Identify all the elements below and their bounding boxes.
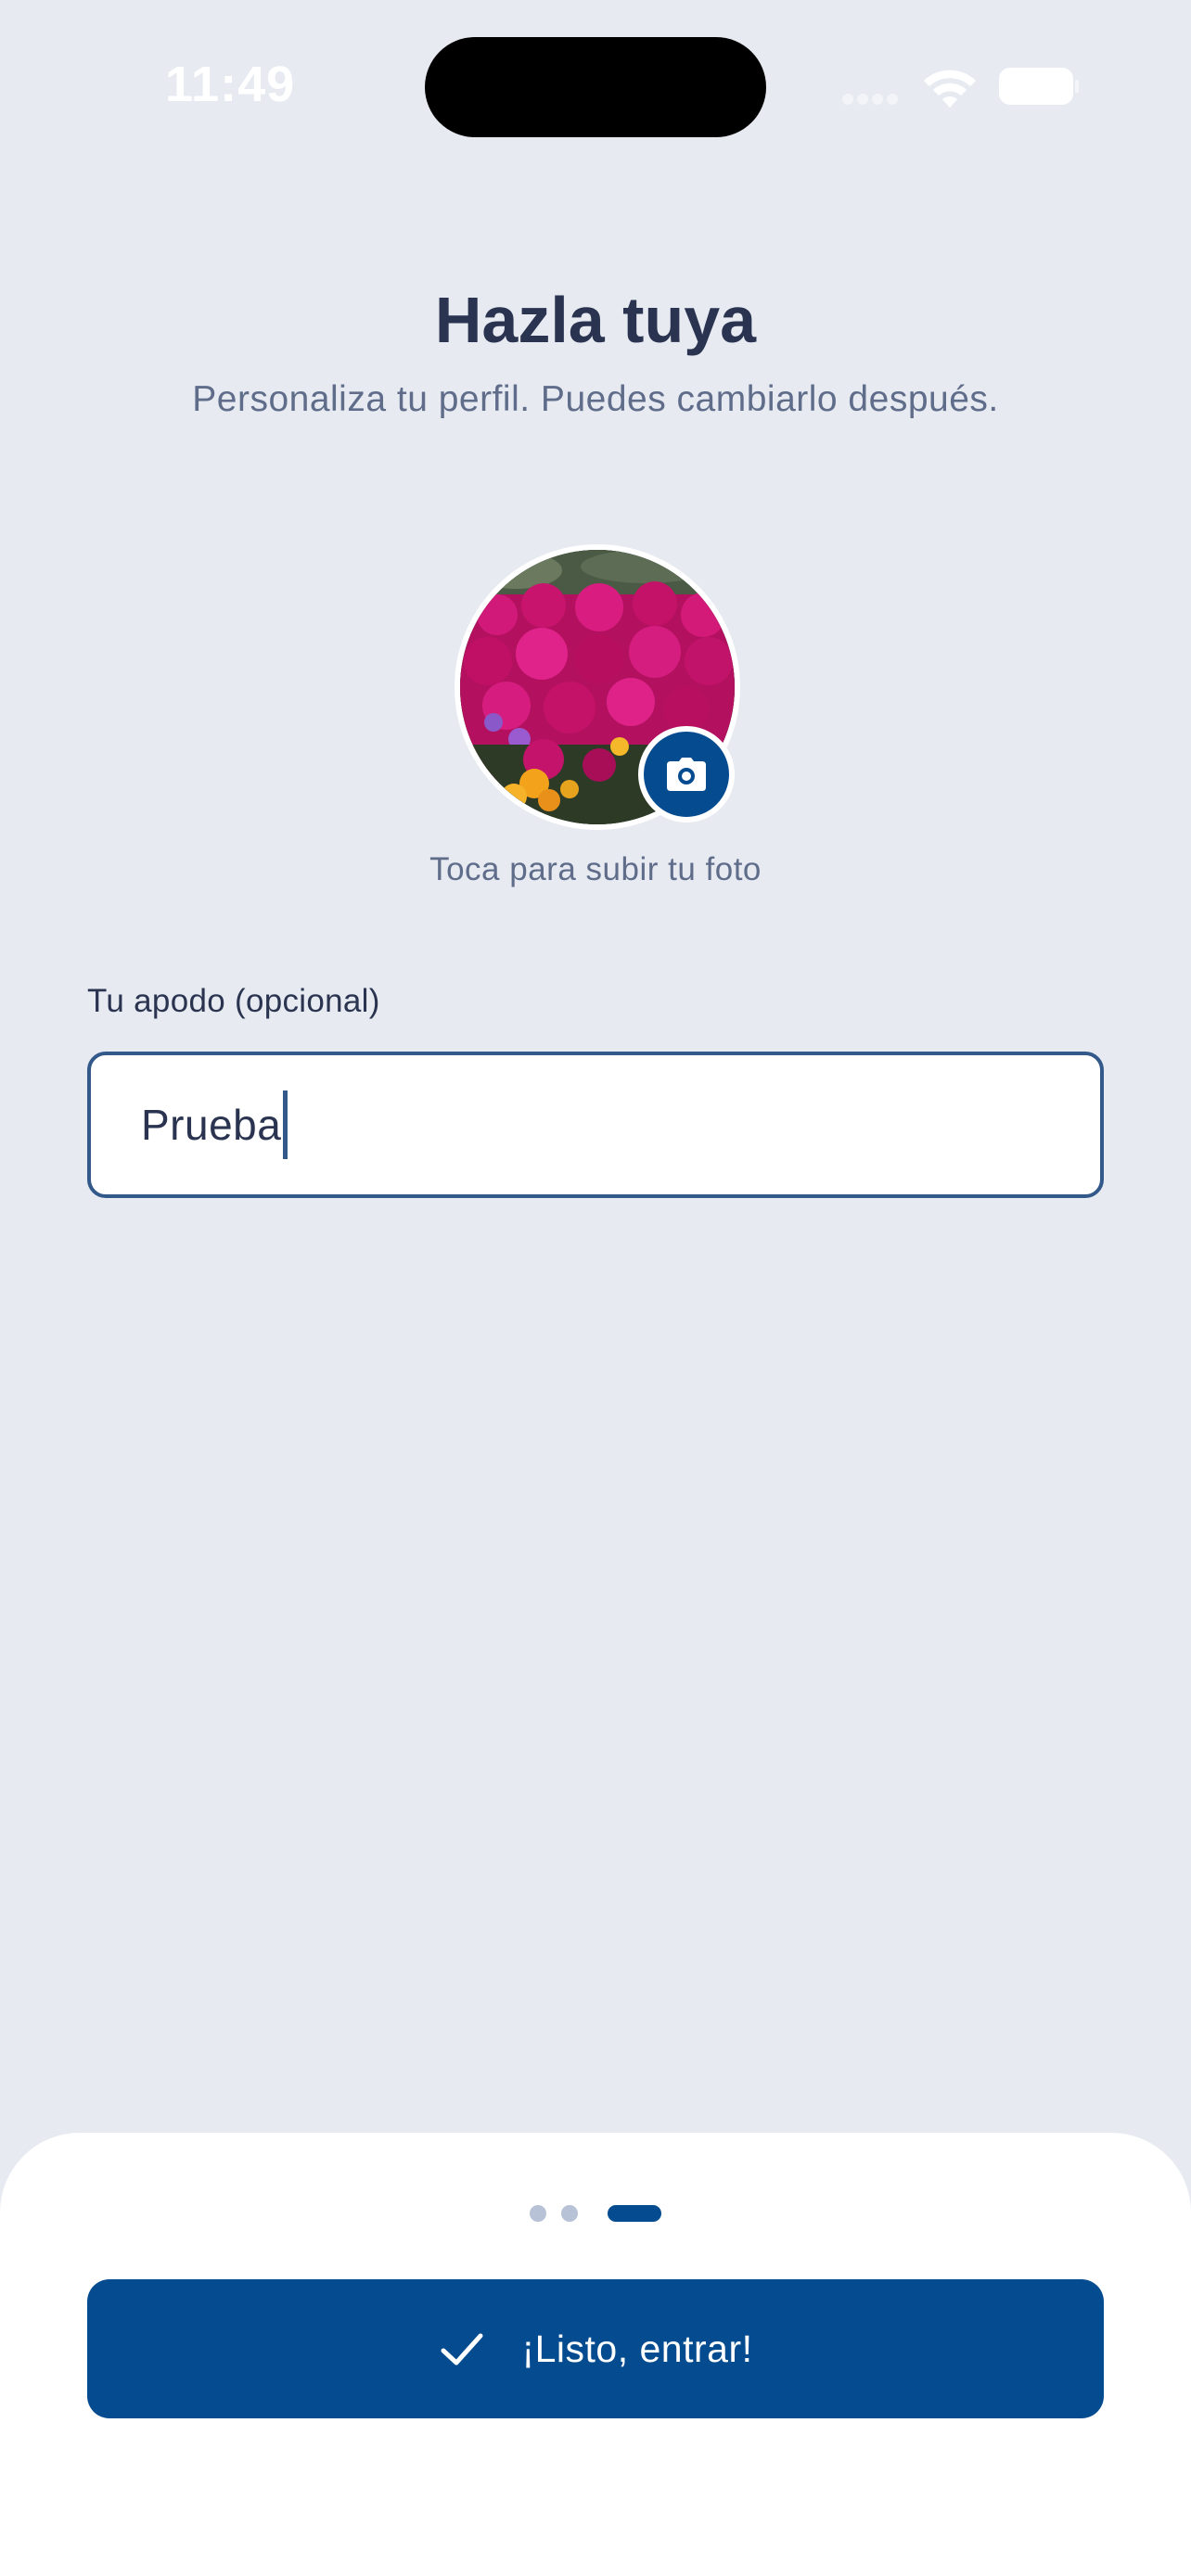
wifi-icon: [924, 70, 976, 108]
nickname-input[interactable]: Prueba: [87, 1052, 1104, 1198]
text-cursor: [283, 1090, 288, 1159]
page-indicator: [0, 2205, 1191, 2222]
page-title: Hazla tuya: [434, 284, 757, 356]
submit-enter-button[interactable]: ¡Listo, entrar!: [87, 2279, 1104, 2418]
check-icon: [441, 2333, 483, 2366]
avatar-picker[interactable]: [455, 544, 740, 830]
status-time: 11:49: [165, 57, 296, 112]
page-subtitle: Personaliza tu perfil. Puedes cambiarlo …: [192, 379, 999, 419]
camera-icon: [667, 758, 706, 791]
change-photo-button[interactable]: [638, 726, 735, 823]
nickname-label: Tu apodo (opcional): [87, 983, 380, 1019]
status-bar: 11:49: [0, 0, 1191, 167]
page-dot-3-active: [608, 2205, 661, 2222]
header: Hazla tuya Personaliza tu perfil. Puedes…: [0, 274, 1191, 427]
bottom-sheet: ¡Listo, entrar!: [0, 2133, 1191, 2576]
battery-icon: [999, 68, 1079, 105]
dynamic-island: [425, 37, 766, 137]
page-dot-1: [530, 2205, 546, 2222]
nickname-value: Prueba: [141, 1101, 282, 1149]
page-dot-2: [561, 2205, 578, 2222]
submit-label: ¡Listo, entrar!: [521, 2327, 753, 2370]
upload-photo-hint: Toca para subir tu foto: [429, 851, 762, 887]
cellular-signal-icon: [842, 93, 905, 105]
